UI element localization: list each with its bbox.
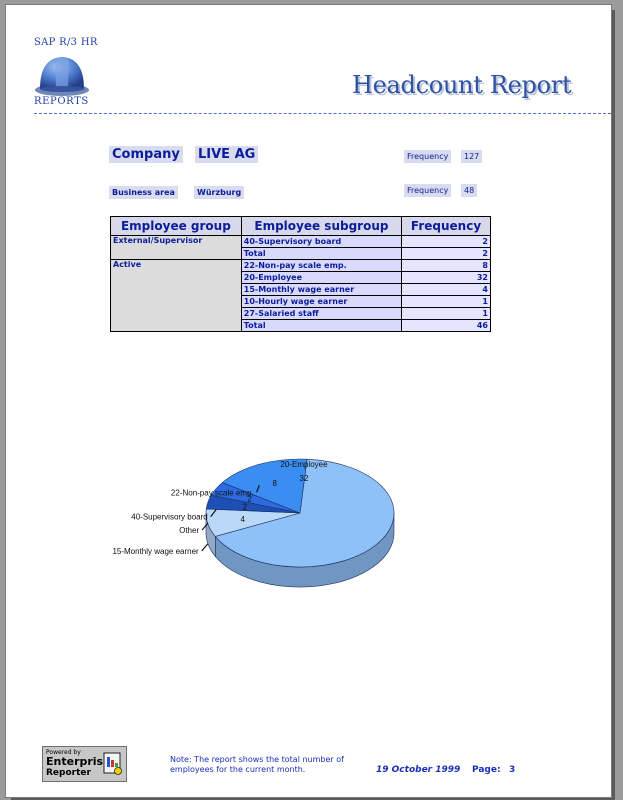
enterprise-reporter-logo: Powered by Enterprise Reporter <box>42 746 127 782</box>
document-icon <box>103 752 122 775</box>
page-number: 3 <box>509 765 516 775</box>
report-note: Note: The report shows the total number … <box>170 755 344 774</box>
pie-value-other: 2 <box>243 502 248 511</box>
pie-label-15-monthly-wage-earner: 15-Monthly wage earner <box>112 547 199 556</box>
pie-label-22-non-pay-scale-emp: 22-Non-pay scale emp. <box>171 488 254 497</box>
pie-value-20-employee: 32 <box>300 474 309 483</box>
pie-value-15-monthly-wage-earner: 4 <box>241 515 246 524</box>
pie-label-20-employee: 20-Employee <box>280 460 328 469</box>
logo-line-2: Enterprise <box>46 755 111 768</box>
pie-label-other: Other <box>179 526 199 535</box>
pie-leader-15-monthly-wage-earner <box>201 543 209 552</box>
report-date: 19 October 1999 <box>376 765 461 775</box>
logo-line-3: Reporter <box>46 768 91 778</box>
pie-label-40-supervisory-board: 40-Supervisory board <box>131 513 207 522</box>
pie-value-22-non-pay-scale-emp: 8 <box>272 479 277 488</box>
pie-chart: 324228 20-Employee15-Monthly wage earner… <box>112 458 395 588</box>
report-page: SAP R/3 HR REPORTS Headcount Report Comp… <box>5 4 612 798</box>
page-number-label: Page: <box>472 765 501 775</box>
